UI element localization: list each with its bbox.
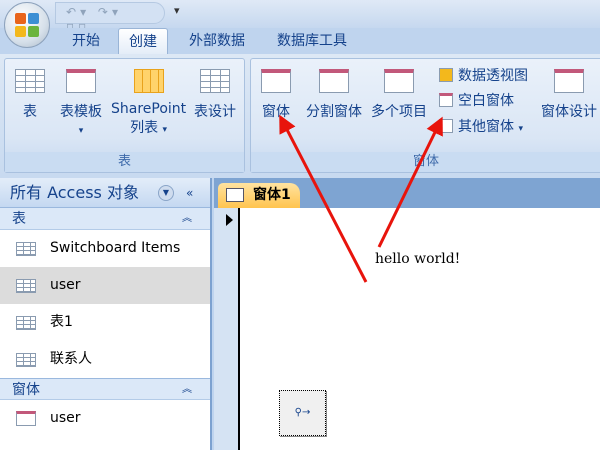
ribbon-tabs: 开始 创建 外部数据 数据库工具 [0,28,600,54]
group-label: 表 [5,152,244,172]
multiple-items-icon [384,69,414,93]
list-item[interactable]: user [0,267,210,304]
sharepoint-list-icon [133,69,164,93]
form-icon [16,411,36,426]
label: 空白窗体 [458,93,514,109]
label: 其他窗体 [458,119,514,135]
form-button[interactable]: 窗体 [261,69,291,121]
item-label: Switchboard Items [50,240,181,256]
label: 表设计 [194,104,236,120]
group-label: 窗体 [251,152,600,172]
tab-database-tools[interactable]: 数据库工具 [277,28,347,54]
undo-button[interactable]: ↶ [66,5,80,19]
collapse-section-icon[interactable]: ︽ [182,208,192,230]
form-design-icon [554,69,584,93]
label: SharePoint [111,101,187,117]
label: 窗体设计 [541,104,597,120]
label-control[interactable]: hello world! [375,251,460,267]
label: 列表 [130,120,159,136]
tab-label: 窗体1 [253,187,291,203]
split-form-button[interactable]: 分割窗体 [306,69,362,121]
split-form-icon [319,69,349,93]
section-label: 表 [12,211,26,227]
form-icon [261,69,291,93]
table-template-icon [66,69,96,93]
item-label: user [50,277,81,293]
label: 表模板 [60,104,102,120]
office-logo-icon [28,26,39,37]
table-design-icon [200,69,230,93]
nav-pane-header[interactable]: 所有 Access 对象 ▼ « [0,178,210,208]
collapse-pane-icon[interactable]: « [186,178,193,208]
form-icon [226,188,244,202]
list-item[interactable]: Switchboard Items [0,230,210,267]
item-label: 联系人 [50,351,92,367]
list-item[interactable]: 表1 [0,304,210,341]
navigation-pane: 所有 Access 对象 ▼ « 表 ︽ Switchboard Items user… [0,178,212,450]
redo-button[interactable]: ↷ [98,5,112,19]
office-logo-icon [15,13,26,24]
table-button[interactable]: 表 [15,69,45,121]
blank-form-icon [439,93,453,107]
office-logo-icon [15,26,26,37]
item-label: user [50,410,81,426]
label: 数据透视图 [458,68,528,84]
multiple-items-button[interactable]: 多个项目 [371,69,427,121]
table-icon [16,279,36,293]
table-icon [15,69,45,93]
current-record-icon [226,214,233,226]
tab-create[interactable]: 创建 [118,28,168,54]
item-label: 表1 [50,314,73,330]
tab-home[interactable]: 开始 [72,28,100,54]
section-label: 窗体 [12,382,40,398]
customize-qat-button[interactable]: ▾ [174,4,180,17]
nav-section-tables[interactable]: 表 ︽ [0,208,210,230]
label: 窗体 [262,104,290,120]
label: 表 [23,104,37,120]
list-item[interactable]: user [0,400,210,437]
pivot-chart-button[interactable]: 数据透视图 [439,65,528,85]
quick-access-toolbar: ↶▾ ↷▾ ▫▫ [55,2,165,33]
command-button[interactable]: ⚲→ [279,390,326,436]
binoculars-icon: ⚲→ [294,407,311,418]
sharepoint-lists-button[interactable]: SharePoint 列表 ▾ [111,69,186,137]
table-templates-button[interactable]: 表模板 ▾ [60,69,102,137]
ribbon: 表 表模板 ▾ SharePoint 列表 ▾ 表设计 表 窗体 分割窗体 多个项目… [0,54,600,178]
group-forms: 窗体 分割窗体 多个项目 数据透视图 空白窗体 其他窗体 ▾ 窗体设计 窗体 [250,58,600,173]
form-canvas[interactable]: hello world! ⚲→ [214,208,600,450]
record-selector[interactable] [214,208,240,450]
document-area: 窗体1 hello world! ⚲→ [214,178,600,450]
tab-external-data[interactable]: 外部数据 [189,28,245,54]
label: 多个项目 [371,104,427,120]
table-icon [16,353,36,367]
nav-section-forms[interactable]: 窗体 ︽ [0,378,210,400]
group-tables: 表 表模板 ▾ SharePoint 列表 ▾ 表设计 表 [4,58,245,173]
list-item[interactable]: 联系人 [0,341,210,378]
form-design-button[interactable]: 窗体设计 [541,69,597,121]
blank-form-button[interactable]: 空白窗体 [439,90,514,110]
more-forms-icon [439,119,453,133]
table-design-button[interactable]: 表设计 [194,69,236,121]
collapse-section-icon[interactable]: ︽ [182,379,192,401]
table-icon [16,316,36,330]
chevron-down-icon[interactable]: ▼ [158,185,174,201]
office-button[interactable] [4,2,50,48]
table-icon [16,242,36,256]
pivot-chart-icon [439,68,453,82]
office-logo-icon [28,13,39,24]
nav-pane-title: 所有 Access 对象 [10,183,139,202]
label: 分割窗体 [306,104,362,120]
document-tab[interactable]: 窗体1 [218,183,300,208]
more-forms-button[interactable]: 其他窗体 ▾ [439,116,523,136]
